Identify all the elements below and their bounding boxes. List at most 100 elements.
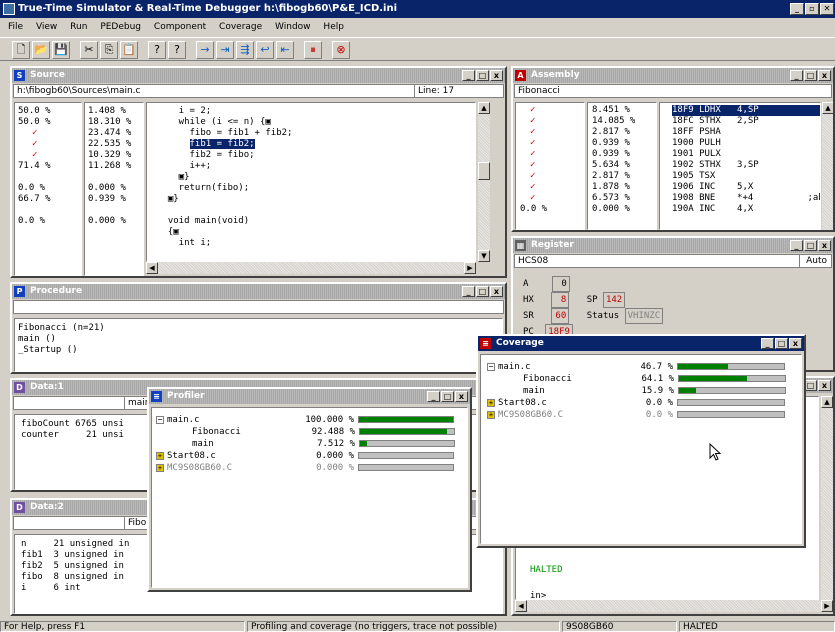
source-close-button[interactable]: x xyxy=(490,70,503,81)
tree-row[interactable]: main 15.9 % xyxy=(487,385,795,397)
profiler-title-bar[interactable]: ≡ Profiler _ □ x xyxy=(149,389,470,404)
assembly-vertical-scrollbar[interactable]: ▲ xyxy=(822,102,833,230)
help-icon[interactable]: ? xyxy=(148,41,166,59)
procedure-item[interactable]: main () xyxy=(18,334,499,345)
assembly-close-button[interactable]: x xyxy=(818,70,831,81)
register-sr-value[interactable]: 60 xyxy=(551,308,570,324)
reset-icon[interactable]: ⊗ xyxy=(332,41,350,59)
register-mode[interactable]: Auto xyxy=(799,255,827,267)
profiler-minimize-button[interactable]: _ xyxy=(427,391,440,402)
tree-row[interactable]: main 7.512 % xyxy=(156,438,463,450)
profiler-tree[interactable]: − main.c 100.000 % Fibonacci 92.488 % main 7.5… xyxy=(151,407,468,588)
scroll-right-button[interactable]: ▶ xyxy=(464,262,476,274)
menu-component[interactable]: Component xyxy=(154,22,206,32)
paste-icon[interactable]: 📋 xyxy=(120,41,138,59)
halt-icon[interactable]: ⏸ xyxy=(304,41,322,59)
source-vertical-scrollbar[interactable]: ▲ ▼ xyxy=(478,102,490,262)
procedure-minimize-button[interactable]: _ xyxy=(462,286,475,297)
register-minimize-button[interactable]: _ xyxy=(790,240,803,251)
tree-row[interactable]: + MC9S08GB60.C 0.000 % xyxy=(156,462,463,474)
procedure-list[interactable]: Fibonacci (n=21) main () _Startup () xyxy=(14,318,503,372)
menu-run[interactable]: Run xyxy=(70,22,87,32)
single-step-icon[interactable]: ⇥ xyxy=(216,41,234,59)
collapse-icon[interactable]: − xyxy=(156,415,164,424)
command-close-button[interactable]: x xyxy=(818,380,831,391)
profiler-close-button[interactable]: x xyxy=(455,391,468,402)
register-close-button[interactable]: x xyxy=(818,240,831,251)
register-status-flags[interactable]: VHINZC xyxy=(624,308,664,324)
source-title-bar[interactable]: S Source _ □ x xyxy=(12,68,505,83)
collapse-icon[interactable]: − xyxy=(487,362,495,371)
scroll-down-button[interactable]: ▼ xyxy=(478,250,490,262)
menu-file[interactable]: File xyxy=(8,22,23,32)
profiler-maximize-button[interactable]: □ xyxy=(441,391,454,402)
new-file-icon[interactable]: 🗋 xyxy=(12,41,30,59)
expand-icon[interactable]: + xyxy=(487,398,495,407)
assembly-title-bar[interactable]: A Assembly _ □ x xyxy=(513,68,833,83)
procedure-maximize-button[interactable]: □ xyxy=(476,286,489,297)
command-vertical-scrollbar[interactable]: ▲ xyxy=(821,396,833,600)
register-sp-value[interactable]: 142 xyxy=(602,292,626,308)
tree-row[interactable]: Fibonacci 92.488 % xyxy=(156,426,463,438)
coverage-close-button[interactable]: x xyxy=(789,338,802,349)
register-hx-value[interactable]: 8 xyxy=(551,292,570,308)
procedure-item[interactable]: _Startup () xyxy=(18,345,499,356)
command-horizontal-scrollbar[interactable]: ◀ ▶ xyxy=(515,600,833,612)
minimize-button[interactable]: _ xyxy=(790,3,804,15)
copy-icon[interactable]: ⎘ xyxy=(100,41,118,59)
scroll-right-button[interactable]: ▶ xyxy=(821,600,833,612)
start-icon[interactable]: → xyxy=(196,41,214,59)
coverage-title-bar[interactable]: ≡ Coverage _ □ x xyxy=(478,336,804,351)
coverage-minimize-button[interactable]: _ xyxy=(761,338,774,349)
assembly-step-icon[interactable]: ⇤ xyxy=(276,41,294,59)
close-button[interactable]: ✕ xyxy=(820,3,834,15)
context-help-icon[interactable]: ? xyxy=(168,41,186,59)
scroll-left-button[interactable]: ◀ xyxy=(515,600,527,612)
tree-item-name: main.c xyxy=(498,362,531,372)
scroll-up-button[interactable]: ▲ xyxy=(478,102,490,114)
source-maximize-button[interactable]: □ xyxy=(476,70,489,81)
register-title-bar[interactable]: ▦ Register _ □ x xyxy=(513,238,833,253)
procedure-close-button[interactable]: x xyxy=(490,286,503,297)
menu-pedebug[interactable]: PEDebug xyxy=(100,22,141,32)
tree-row[interactable]: + Start08.c 0.0 % xyxy=(487,397,795,409)
expand-icon[interactable]: + xyxy=(156,451,164,460)
step-over-icon[interactable]: ⇶ xyxy=(236,41,254,59)
percent-bar xyxy=(358,464,454,471)
coverage-tree[interactable]: − main.c 46.7 % Fibonacci 64.1 % main 15.9 % + S… xyxy=(480,354,802,544)
cut-icon[interactable]: ✂ xyxy=(80,41,98,59)
coverage-maximize-button[interactable]: □ xyxy=(775,338,788,349)
assembly-code-pane[interactable]: 18F9 LDHX 4,SP 18FC STHX 2,SP 18FF PSHA 190… xyxy=(659,102,821,230)
tree-row[interactable]: Fibonacci 64.1 % xyxy=(487,373,795,385)
command-prompt[interactable]: in> xyxy=(530,591,546,599)
menu-coverage[interactable]: Coverage xyxy=(219,22,262,32)
expand-icon[interactable]: + xyxy=(156,463,164,472)
tree-row[interactable]: − main.c 46.7 % xyxy=(487,361,795,373)
data2-scope[interactable]: Fibo xyxy=(124,517,146,529)
scroll-up-button[interactable]: ▲ xyxy=(822,102,833,114)
restore-button[interactable]: ▫ xyxy=(805,3,819,15)
assembly-minimize-button[interactable]: _ xyxy=(790,70,803,81)
tree-row[interactable]: + MC9S08GB60.C 0.0 % xyxy=(487,409,795,421)
register-a-value[interactable]: 0 xyxy=(551,276,570,292)
tree-row[interactable]: − main.c 100.000 % xyxy=(156,414,463,426)
menu-window[interactable]: Window xyxy=(275,22,311,32)
assembly-maximize-button[interactable]: □ xyxy=(804,70,817,81)
percent-bar xyxy=(677,363,785,370)
scroll-thumb[interactable] xyxy=(478,162,490,180)
tree-row[interactable]: + Start08.c 0.000 % xyxy=(156,450,463,462)
procedure-item[interactable]: Fibonacci (n=21) xyxy=(18,323,499,334)
expand-icon[interactable]: + xyxy=(487,410,495,419)
source-code-pane[interactable]: i = 2; while (i <= n) {▣ fibo = fib1 + f… xyxy=(146,102,476,262)
open-folder-icon[interactable]: 📂 xyxy=(32,41,50,59)
procedure-title-bar[interactable]: P Procedure _ □ x xyxy=(12,284,505,299)
source-horizontal-scrollbar[interactable]: ◀ ▶ xyxy=(146,262,476,274)
menu-help[interactable]: Help xyxy=(323,22,344,32)
menu-view[interactable]: View xyxy=(36,22,57,32)
scroll-up-button[interactable]: ▲ xyxy=(821,396,833,408)
save-icon[interactable]: 💾 xyxy=(52,41,70,59)
register-maximize-button[interactable]: □ xyxy=(804,240,817,251)
source-minimize-button[interactable]: _ xyxy=(462,70,475,81)
scroll-left-button[interactable]: ◀ xyxy=(146,262,158,274)
step-out-icon[interactable]: ↩ xyxy=(256,41,274,59)
